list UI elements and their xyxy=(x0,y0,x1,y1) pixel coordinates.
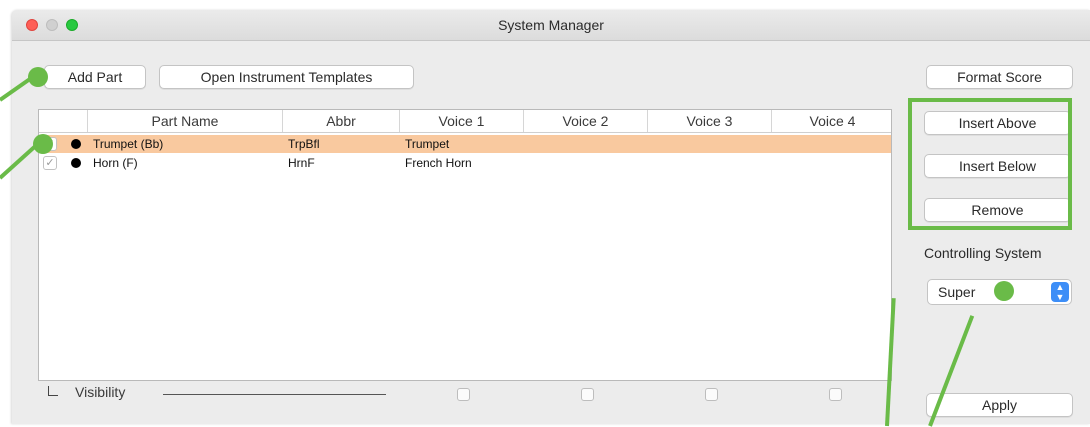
column-header-part-name[interactable]: Part Name xyxy=(87,110,282,132)
abbr-cell: HrnF xyxy=(288,156,315,170)
title-bar: System Manager xyxy=(12,10,1090,41)
add-part-button[interactable]: Add Part xyxy=(44,65,146,89)
voice-1-visibility-checkbox[interactable] xyxy=(457,388,470,401)
voice-2-visibility-checkbox[interactable] xyxy=(581,388,594,401)
column-header-abbr[interactable]: Abbr xyxy=(282,110,399,132)
part-color-dot-icon xyxy=(71,139,81,149)
column-header-voice-4[interactable]: Voice 4 xyxy=(771,110,893,132)
annotation-highlight-box xyxy=(908,98,1072,230)
part-color-dot-icon xyxy=(71,158,81,168)
voice-4-visibility-checkbox[interactable] xyxy=(829,388,842,401)
abbr-cell: TrpBfl xyxy=(288,137,320,151)
annotation-dot-select xyxy=(994,281,1014,301)
apply-button[interactable]: Apply xyxy=(926,393,1073,417)
visibility-slider-track[interactable] xyxy=(163,394,386,395)
annotation-dot-checkbox xyxy=(33,134,53,154)
parts-table: Part Name Abbr Voice 1 Voice 2 Voice 3 V… xyxy=(38,109,892,381)
voice-1-cell: Trumpet xyxy=(405,137,450,151)
visibility-label: Visibility xyxy=(75,384,126,400)
window-title: System Manager xyxy=(498,17,604,33)
annotation-dot-add-part xyxy=(28,67,48,87)
controlling-system-value: Super xyxy=(938,284,976,300)
voice-1-cell: French Horn xyxy=(405,156,472,170)
part-name-cell: Trumpet (Bb) xyxy=(93,137,164,151)
open-instrument-templates-button[interactable]: Open Instrument Templates xyxy=(159,65,414,89)
tree-corner-icon xyxy=(48,386,58,396)
table-row[interactable]: ✓ Horn (F) HrnF French Horn xyxy=(39,154,891,172)
voice-3-visibility-checkbox[interactable] xyxy=(705,388,718,401)
part-name-cell: Horn (F) xyxy=(93,156,138,170)
table-row[interactable]: ✓ Trumpet (Bb) TrpBfl Trumpet xyxy=(39,135,891,153)
format-score-button[interactable]: Format Score xyxy=(926,65,1073,89)
column-header-voice-3[interactable]: Voice 3 xyxy=(647,110,771,132)
table-header: Part Name Abbr Voice 1 Voice 2 Voice 3 V… xyxy=(39,110,891,133)
column-header-voice-1[interactable]: Voice 1 xyxy=(399,110,523,132)
controlling-system-label: Controlling System xyxy=(924,245,1042,261)
column-header-voice-2[interactable]: Voice 2 xyxy=(523,110,647,132)
chevron-updown-icon: ▲ ▼ xyxy=(1051,282,1069,302)
part-visible-checkbox[interactable]: ✓ xyxy=(43,156,57,170)
